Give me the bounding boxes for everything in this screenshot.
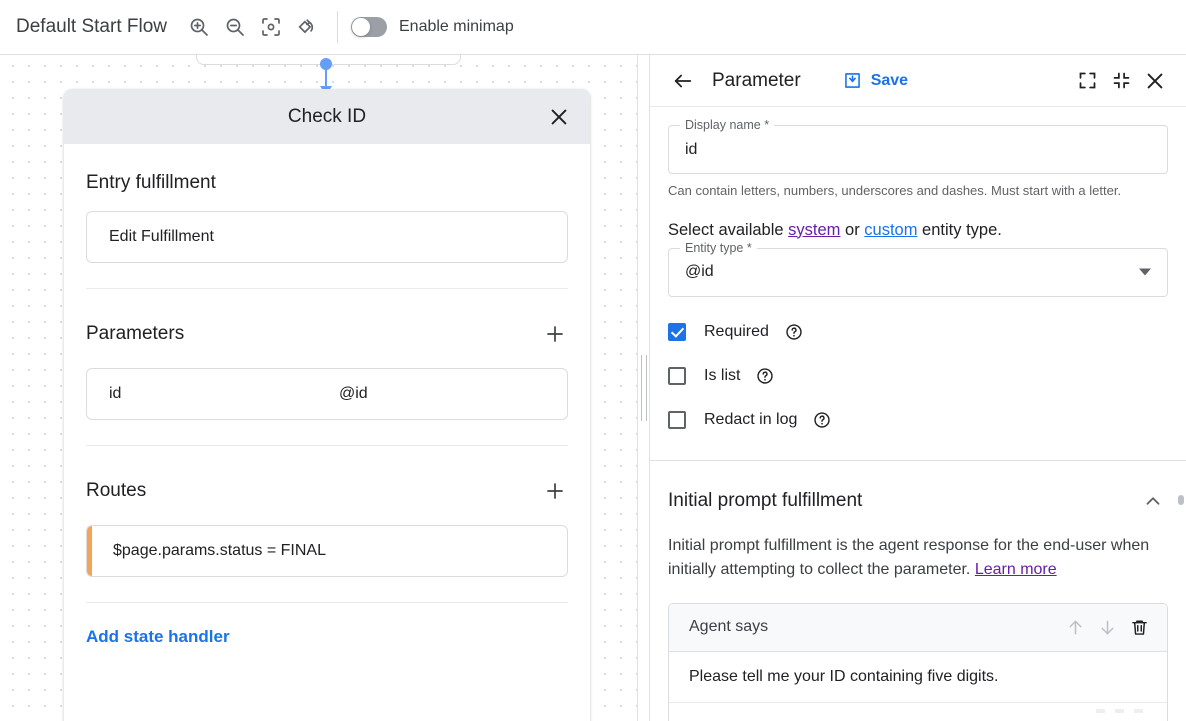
display-name-value: id [685,141,697,159]
add-route-button[interactable] [538,474,572,508]
initial-prompt-title: Initial prompt fulfillment [668,490,862,512]
redact-in-log-checkbox-row[interactable]: Redact in log [668,411,1168,429]
node-title: Check ID [288,106,366,128]
edit-fulfillment-button[interactable]: Edit Fulfillment [86,211,568,263]
entity-type-value: @id [685,263,714,281]
delete-icon[interactable] [1123,611,1155,643]
is-list-checkbox-row[interactable]: Is list [668,367,1168,385]
required-checkbox-row[interactable]: Required [668,323,1168,341]
entity-type-instruction: Select available system or custom entity… [668,221,1168,240]
panel-scroll-area[interactable]: Display name * id Can contain letters, n… [650,107,1186,721]
entity-type-select[interactable]: Entity type * @id [668,248,1168,297]
system-entity-link[interactable]: system [788,221,840,239]
add-state-handler-link[interactable]: Add state handler [86,627,230,647]
entity-type-label: Entity type * [680,241,757,255]
top-toolbar: Default Start Flow [0,0,1186,55]
parameters-title: Parameters [86,323,184,345]
entry-fulfillment-title: Entry fulfillment [86,172,216,194]
required-label: Required [704,323,769,341]
enable-minimap-label: Enable minimap [399,18,514,36]
agent-says-footer-placeholder [669,703,1167,713]
parameter-name: id [87,385,339,403]
section-divider [86,602,568,603]
chevron-up-icon[interactable] [1138,486,1168,516]
redact-in-log-label: Redact in log [704,411,797,429]
display-name-field[interactable]: Display name * id [668,125,1168,174]
agent-says-card: Agent says [668,603,1168,721]
display-name-label: Display name * [680,118,774,132]
expand-panel-icon[interactable] [1070,64,1104,98]
display-name-hint: Can contain letters, numbers, underscore… [668,182,1168,200]
route-condition: $page.params.status = FINAL [113,542,326,560]
redact-in-log-help-icon[interactable] [813,411,831,429]
initial-prompt-header[interactable]: Initial prompt fulfillment [668,486,1168,516]
parameter-row[interactable]: id @id [86,368,568,420]
edit-fulfillment-label: Edit Fulfillment [109,228,214,246]
panel-scrollbar[interactable] [1178,495,1184,505]
panel-header: Parameter Save [650,55,1186,107]
entry-fulfillment-section-header: Entry fulfillment [86,144,568,194]
route-accent-bar [87,526,92,576]
learn-more-link[interactable]: Learn more [975,561,1057,578]
initial-prompt-description: Initial prompt fulfillment is the agent … [668,534,1168,582]
resize-grip-icon [641,355,647,421]
node-header: Check ID [64,89,590,144]
close-icon[interactable] [542,100,576,134]
required-checkbox[interactable] [668,323,686,341]
flow-title: Default Start Flow [16,16,167,38]
minimap-toggle-group[interactable]: Enable minimap [351,17,514,37]
entity-instruction-prefix: Select available [668,221,788,239]
panel-divider [650,460,1186,461]
save-label: Save [871,72,908,90]
parameter-entity: @id [339,385,368,403]
save-button[interactable]: Save [834,64,916,97]
node-body: Entry fulfillment Edit Fulfillment Param… [64,144,590,721]
is-list-checkbox[interactable] [668,367,686,385]
initial-prompt-fulfillment-section: Initial prompt fulfillment Initial promp… [650,486,1186,721]
agent-says-footer [669,703,1167,721]
required-help-icon[interactable] [785,323,803,341]
reset-view-icon[interactable] [289,9,325,45]
switch-knob [352,18,370,36]
zoom-in-icon[interactable] [181,9,217,45]
add-parameter-button[interactable] [538,317,572,351]
page-node-card: Check ID Entry fulfillment Edit Fulfillm… [64,89,590,721]
move-down-icon[interactable] [1091,611,1123,643]
collapse-panel-icon[interactable] [1104,64,1138,98]
routes-section-header: Routes [86,446,568,508]
zoom-out-icon[interactable] [217,9,253,45]
close-panel-icon[interactable] [1138,64,1172,98]
entity-instruction-suffix: entity type. [917,221,1001,239]
initial-prompt-description-text: Initial prompt fulfillment is the agent … [668,537,1149,578]
fit-to-screen-icon[interactable] [253,9,289,45]
parameters-section-header: Parameters [86,289,568,351]
agent-says-header: Agent says [669,604,1167,652]
back-arrow-icon[interactable] [666,64,700,98]
redact-in-log-checkbox[interactable] [668,411,686,429]
is-list-label: Is list [704,367,740,385]
is-list-help-icon[interactable] [756,367,774,385]
toolbar-divider [337,11,338,43]
agent-says-title: Agent says [689,618,1059,636]
routes-title: Routes [86,480,146,502]
parameter-form: Display name * id Can contain letters, n… [650,125,1186,429]
panel-resize-handle[interactable] [637,55,650,721]
route-row[interactable]: $page.params.status = FINAL [86,525,568,577]
parameter-panel: Parameter Save [650,55,1186,721]
custom-entity-link[interactable]: custom [864,221,917,239]
agent-says-message[interactable]: Please tell me your ID containing five d… [669,652,1167,703]
move-up-icon[interactable] [1059,611,1091,643]
panel-title: Parameter [712,70,801,92]
chevron-down-icon[interactable] [1139,269,1151,276]
enable-minimap-switch[interactable] [351,17,387,37]
flow-canvas[interactable]: Check ID Entry fulfillment Edit Fulfillm… [0,55,637,721]
entity-instruction-middle: or [840,221,864,239]
